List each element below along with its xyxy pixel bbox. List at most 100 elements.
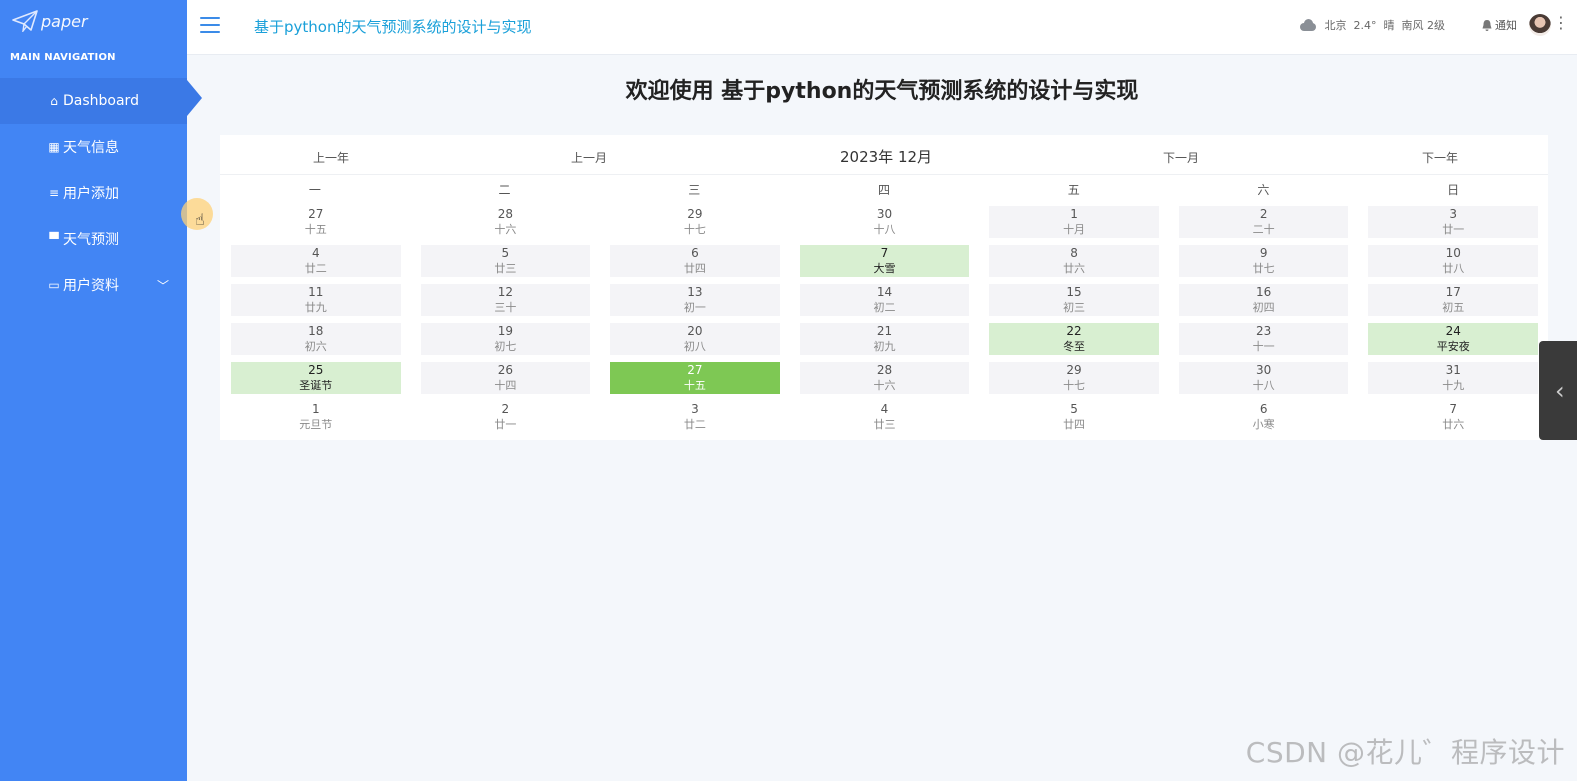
weather-widget: 北京 2.4° 晴 南风 2级 [1298, 17, 1445, 33]
day-number: 26 [497, 363, 513, 377]
day-lunar-label: 廿三 [873, 418, 896, 431]
calendar-day[interactable]: 18 初六 [231, 323, 401, 355]
calendar-day[interactable]: 7 廿六 [1368, 401, 1538, 433]
calendar-day[interactable]: 3 廿一 [1368, 206, 1538, 238]
calendar-day[interactable]: 30 十八 [800, 206, 970, 238]
calendar-day[interactable]: 15 初三 [989, 284, 1159, 316]
bus-icon: ▀ [49, 232, 59, 246]
day-number: 16 [1255, 285, 1272, 299]
day-lunar-label: 十九 [1442, 379, 1465, 392]
paper-plane-icon [12, 10, 38, 32]
day-lunar-label: 十月 [1063, 223, 1086, 236]
calendar-day[interactable]: 20 初八 [610, 323, 780, 355]
sidebar-item-label: 用户资料 [63, 278, 119, 294]
avatar[interactable] [1529, 14, 1551, 36]
calendar-day[interactable]: 7 大雪 [799, 245, 970, 277]
day-lunar-label: 十六 [873, 379, 896, 392]
day-number: 9 [1259, 246, 1268, 260]
day-number: 2 [1259, 207, 1268, 221]
calendar-day[interactable]: 24 平安夜 [1368, 323, 1538, 355]
calendar-day[interactable]: 25 圣诞节 [231, 362, 401, 394]
day-lunar-label: 初二 [873, 301, 896, 314]
calendar-day[interactable]: 30 十八 [1178, 362, 1349, 394]
day-number: 20 [687, 324, 703, 338]
calendar-day[interactable]: 5 廿三 [420, 245, 591, 277]
day-lunar-label: 初九 [873, 340, 896, 353]
calendar-day[interactable]: 16 初四 [1178, 284, 1349, 316]
next-year-button[interactable]: 下一年 [1422, 149, 1458, 166]
hand-cursor-icon: ☝ [195, 210, 205, 229]
calendar-day[interactable]: 14 初二 [799, 284, 970, 316]
calendar-day[interactable]: 13 初一 [610, 284, 780, 316]
calendar-day[interactable]: 26 十四 [420, 362, 591, 394]
day-number: 10 [1445, 246, 1461, 260]
calendar-day[interactable]: 2 廿一 [421, 401, 591, 433]
calendar-day[interactable]: 29 十七 [989, 362, 1159, 394]
calendar-day[interactable]: 1 十月 [989, 206, 1159, 238]
calendar-day[interactable]: 4 廿二 [231, 245, 401, 277]
calendar-day[interactable]: 28 十六 [799, 362, 970, 394]
day-number: 7 [880, 246, 889, 260]
logo[interactable]: paper [0, 0, 187, 42]
calendar-day[interactable]: 28 十六 [421, 206, 591, 238]
calendar-day[interactable]: 2 二十 [1178, 206, 1349, 238]
calendar-day[interactable]: 10 廿八 [1368, 245, 1538, 277]
prev-year-button[interactable]: 上一年 [313, 149, 349, 166]
sidebar-item-label: Dashboard [63, 93, 139, 109]
calendar: 上一年 上一月 2023年 12月 下一月 下一年 一 二 三 四 五 六 日 … [220, 135, 1548, 440]
menu-toggle-icon[interactable] [200, 17, 220, 33]
bell-icon [1482, 19, 1492, 31]
calendar-day[interactable]: 5 廿四 [989, 401, 1159, 433]
next-month-button[interactable]: 下一月 [1163, 149, 1199, 166]
calendar-day[interactable]: 4 廿三 [800, 401, 970, 433]
sidebar-item-weather-forecast[interactable]: ▀ 天气预测 [0, 216, 187, 262]
sidebar-item-label: 天气信息 [63, 140, 119, 156]
day-number: 28 [497, 207, 513, 221]
page-title: 欢迎使用 基于python的天气预测系统的设计与实现 [625, 79, 1139, 104]
day-lunar-label: 十五 [683, 379, 706, 392]
day-grid: 27 十五 28 十六 29 十七 30 十八 1 十月 2 二十 3 廿一 4 廿二 5 廿三 6 廿四 7 大雪 8 廿六… [220, 203, 1548, 433]
calendar-day[interactable]: 12 三十 [420, 284, 591, 316]
calendar-day[interactable]: 27 十五 [610, 362, 780, 394]
calendar-day[interactable]: 3 廿二 [610, 401, 780, 433]
calendar-day[interactable]: 23 十一 [1178, 323, 1349, 355]
calendar-day[interactable]: 29 十七 [610, 206, 780, 238]
calendar-day[interactable]: 27 十五 [231, 206, 401, 238]
calendar-day[interactable]: 21 初九 [799, 323, 970, 355]
prev-month-button[interactable]: 上一月 [571, 149, 607, 166]
sidebar-item-label: 天气预测 [63, 232, 119, 248]
calendar-day[interactable]: 6 廿四 [610, 245, 780, 277]
sidebar-item-user-profile[interactable]: ▭ 用户资料 ﹀ [0, 262, 187, 308]
day-number: 14 [876, 285, 893, 299]
calendar-header: 上一年 上一月 2023年 12月 下一月 下一年 [220, 135, 1548, 175]
day-lunar-label: 廿二 [683, 418, 706, 431]
day-lunar-label: 大雪 [873, 262, 896, 275]
calendar-day[interactable]: 11 廿九 [231, 284, 401, 316]
day-number: 15 [1066, 285, 1082, 299]
calendar-day[interactable]: 19 初七 [420, 323, 591, 355]
weather-temp: 2.4° [1353, 18, 1377, 32]
sidebar-item-dashboard[interactable]: ⌂ Dashboard [0, 78, 202, 124]
day-lunar-label: 十七 [1063, 379, 1086, 392]
calendar-day[interactable]: 9 廿七 [1178, 245, 1349, 277]
sidebar-item-weather-info[interactable]: ▦ 天气信息 [0, 124, 187, 170]
sidebar-item-user-add[interactable]: ≡ 用户添加 [0, 170, 187, 216]
calendar-day[interactable]: 8 廿六 [989, 245, 1159, 277]
calendar-day[interactable]: 6 小寒 [1179, 401, 1349, 433]
side-panel-toggle[interactable]: ‹ [1539, 341, 1577, 440]
day-lunar-label: 初五 [1442, 301, 1465, 314]
notification-button[interactable]: 通知 [1481, 17, 1517, 33]
day-lunar-label: 廿九 [304, 301, 327, 314]
calendar-day[interactable]: 1 元旦节 [231, 401, 401, 433]
day-number: 30 [876, 207, 893, 221]
weekday-label: 五 [1067, 182, 1080, 197]
day-number: 7 [1449, 402, 1458, 416]
calendar-day[interactable]: 31 十九 [1368, 362, 1538, 394]
calendar-day[interactable]: 17 初五 [1368, 284, 1538, 316]
day-number: 28 [876, 363, 893, 377]
header-title: 基于python的天气预测系统的设计与实现 [254, 18, 532, 36]
more-vertical-icon[interactable]: ⋮ [1553, 15, 1569, 31]
calendar-day[interactable]: 22 冬至 [989, 323, 1159, 355]
calendar-month-title: 2023年 12月 [840, 148, 933, 166]
day-lunar-label: 十七 [683, 223, 706, 236]
